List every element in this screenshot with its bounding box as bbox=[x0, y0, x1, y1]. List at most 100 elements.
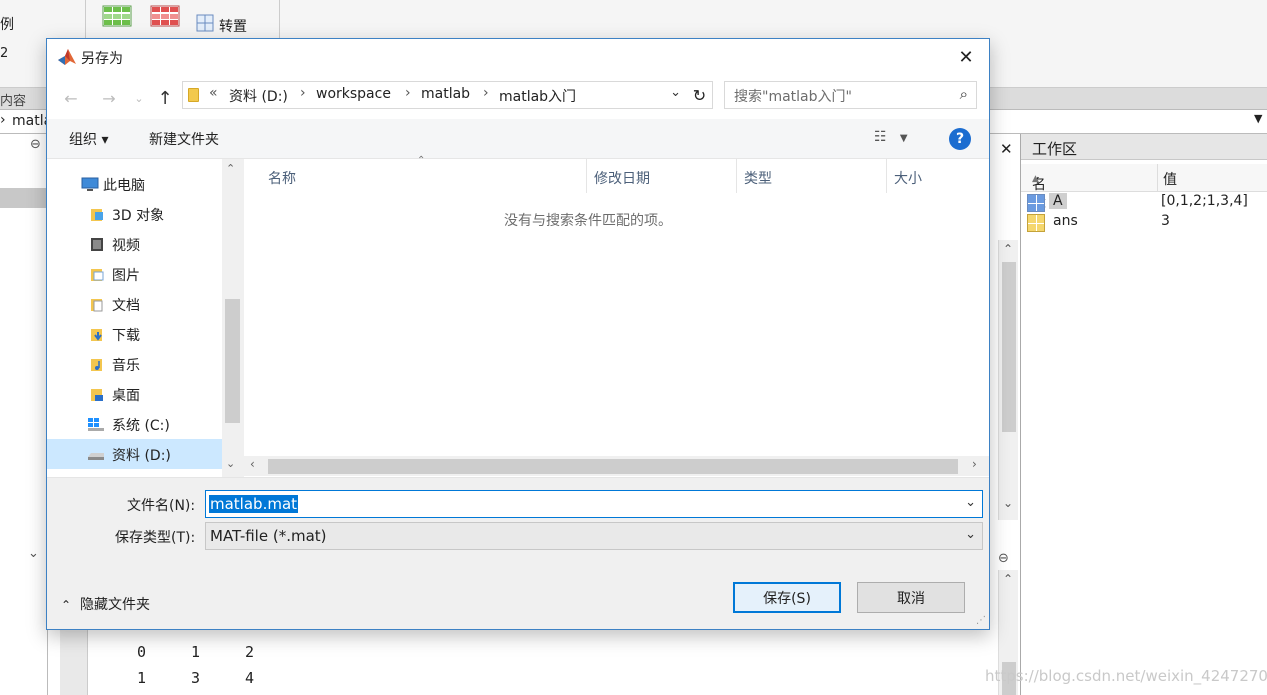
search-input[interactable]: 搜索"matlab入门" ⌕ bbox=[724, 81, 977, 109]
editor-scrollbar[interactable]: ⌃ ⌄ bbox=[998, 240, 1018, 520]
tree-item-3d-objects[interactable]: 3D 对象 bbox=[47, 199, 222, 229]
scroll-down-icon[interactable]: ⌄ bbox=[226, 457, 235, 470]
column-header-name[interactable]: 名称 bbox=[244, 159, 587, 193]
breadcrumb-matlab[interactable]: matlab bbox=[421, 86, 470, 102]
chevron-down-icon: ▼ bbox=[899, 133, 908, 144]
var-name: A bbox=[1049, 193, 1067, 209]
navigation-tree: 此电脑 3D 对象 视频 图片 文档 下载 音乐 桌面 系统 (C:) 资料 (… bbox=[47, 159, 243, 477]
ws-col-value[interactable]: 值 bbox=[1157, 164, 1177, 192]
selected-file-row[interactable] bbox=[0, 188, 48, 208]
save-as-dialog: 另存为 ✕ ← → ⌄ ↑ « 资料 (D:) › workspace › ma… bbox=[46, 38, 990, 630]
desktop-icon bbox=[91, 389, 103, 401]
recent-locations-button[interactable]: ⌄ bbox=[127, 87, 151, 109]
resize-grip-icon[interactable]: ⋰ bbox=[976, 615, 986, 626]
panel-menu-icon[interactable]: ⊖ bbox=[998, 551, 1009, 566]
breadcrumb-workspace[interactable]: workspace bbox=[316, 86, 391, 102]
organize-button[interactable]: 组织 ▾ bbox=[69, 129, 108, 149]
tree-item-music[interactable]: 音乐 bbox=[47, 349, 222, 379]
tree-scrollbar[interactable]: ⌃ ⌄ bbox=[222, 159, 243, 477]
scroll-thumb[interactable] bbox=[1002, 262, 1016, 432]
tree-item-label: 下载 bbox=[112, 328, 140, 344]
breadcrumb-drive[interactable]: 资料 (D:) bbox=[229, 86, 288, 106]
column-header-size[interactable]: 大小 bbox=[887, 159, 989, 193]
new-folder-button[interactable]: 新建文件夹 bbox=[149, 129, 219, 149]
search-icon[interactable]: ⌕ bbox=[960, 85, 968, 103]
scroll-up-icon[interactable]: ⌃ bbox=[1003, 572, 1013, 586]
column-header-type[interactable]: 类型 bbox=[737, 159, 887, 193]
help-button[interactable]: ? bbox=[949, 128, 971, 150]
filetype-select[interactable]: MAT-file (*.mat) ⌄ bbox=[205, 522, 983, 550]
tree-item-data-d[interactable]: 资料 (D:) bbox=[47, 439, 222, 469]
close-button[interactable]: ✕ bbox=[943, 39, 989, 75]
tree-item-desktop[interactable]: 桌面 bbox=[47, 379, 222, 409]
chevron-down-icon: ⌄ bbox=[134, 91, 144, 105]
view-options-button[interactable]: ☷ ▼ bbox=[874, 129, 908, 145]
panel-collapse-icon[interactable]: ⌄ bbox=[28, 546, 39, 561]
hide-folders-toggle[interactable]: ⌃ 隐藏文件夹 bbox=[61, 594, 150, 614]
watermark: https://blog.csdn.net/weixin_42472706 bbox=[985, 667, 1267, 685]
tree-item-downloads[interactable]: 下载 bbox=[47, 319, 222, 349]
scroll-left-icon[interactable]: ‹ bbox=[250, 457, 255, 471]
forward-button[interactable]: → bbox=[97, 87, 121, 109]
scroll-thumb[interactable] bbox=[225, 299, 240, 423]
current-folder-panel: ⊖ ⌄ bbox=[0, 134, 48, 695]
tree-item-label: 图片 bbox=[112, 268, 140, 284]
chevron-down-icon[interactable]: ⌄ bbox=[965, 495, 976, 510]
dialog-titlebar[interactable]: 另存为 ✕ bbox=[47, 39, 989, 75]
arrow-left-icon: ← bbox=[64, 88, 78, 108]
breadcrumb-overflow[interactable]: « bbox=[209, 85, 218, 101]
filename-input[interactable]: matlab.mat ⌄ bbox=[205, 490, 983, 518]
ws-row-a[interactable]: A [0,1,2;1,3,4] bbox=[1021, 193, 1267, 213]
save-button[interactable]: 保存(S) bbox=[733, 582, 841, 613]
video-icon bbox=[91, 238, 103, 251]
breadcrumb-separator[interactable]: › bbox=[300, 85, 306, 101]
tree-item-label: 此电脑 bbox=[103, 178, 145, 194]
workspace-title: 工作区 bbox=[1021, 134, 1267, 160]
breadcrumb-separator[interactable]: › bbox=[405, 85, 411, 101]
address-bar[interactable]: « 资料 (D:) › workspace › matlab › matlab入… bbox=[182, 81, 712, 109]
tree-item-this-pc[interactable]: 此电脑 bbox=[47, 169, 222, 199]
cancel-button[interactable]: 取消 bbox=[857, 582, 965, 613]
scroll-up-icon[interactable]: ⌃ bbox=[226, 162, 235, 175]
output-cell: 0 bbox=[137, 643, 147, 661]
addr-arrow: › bbox=[0, 112, 6, 128]
scroll-right-icon[interactable]: › bbox=[972, 457, 977, 471]
var-value: [0,1,2;1,3,4] bbox=[1161, 193, 1248, 209]
scroll-thumb[interactable] bbox=[268, 459, 958, 474]
tree-item-videos[interactable]: 视频 bbox=[47, 229, 222, 259]
insert-row-icon[interactable] bbox=[102, 4, 132, 28]
refresh-button[interactable]: ↻ bbox=[687, 81, 713, 109]
breadcrumb-current[interactable]: matlab入门 bbox=[499, 86, 576, 106]
panel-menu-icon[interactable]: ⊖ bbox=[30, 137, 41, 152]
tree-item-pictures[interactable]: 图片 bbox=[47, 259, 222, 289]
address-dropdown-icon[interactable]: ⌄ bbox=[670, 85, 681, 100]
tree-item-label: 文档 bbox=[112, 298, 140, 314]
column-header-modified[interactable]: 修改日期 bbox=[587, 159, 737, 193]
windows-drive-icon bbox=[88, 418, 104, 431]
scroll-up-icon[interactable]: ⌃ bbox=[1003, 242, 1013, 256]
chevron-down-icon: ⌄ bbox=[965, 527, 976, 542]
tree-item-label: 3D 对象 bbox=[112, 208, 165, 224]
save-options-panel: 文件名(N): matlab.mat ⌄ 保存类型(T): MAT-file (… bbox=[47, 477, 989, 629]
up-button[interactable]: ↑ bbox=[153, 87, 177, 109]
arrow-right-icon: → bbox=[102, 88, 116, 108]
delete-row-icon[interactable] bbox=[150, 4, 180, 28]
close-icon: ✕ bbox=[958, 46, 974, 68]
ws-row-ans[interactable]: ans 3 bbox=[1021, 213, 1267, 233]
transpose-label[interactable]: 转置 bbox=[219, 16, 247, 36]
addr-dropdown-icon[interactable]: ▼ bbox=[1254, 112, 1262, 125]
empty-message: 没有与搜索条件匹配的项。 bbox=[504, 213, 672, 229]
output-cell: 2 bbox=[245, 643, 255, 661]
tree-item-documents[interactable]: 文档 bbox=[47, 289, 222, 319]
output-cell: 4 bbox=[245, 669, 255, 687]
back-button[interactable]: ← bbox=[59, 87, 83, 109]
close-panel-icon[interactable]: ✕ bbox=[1000, 140, 1013, 158]
transpose-icon[interactable] bbox=[196, 14, 214, 32]
breadcrumb-separator[interactable]: › bbox=[483, 85, 489, 101]
file-list[interactable]: ⌃ 名称 修改日期 类型 大小 没有与搜索条件匹配的项。 ‹ › bbox=[244, 155, 989, 477]
dialog-title: 另存为 bbox=[81, 51, 123, 67]
tree-item-system-c[interactable]: 系统 (C:) bbox=[47, 409, 222, 439]
tree-item-label: 视频 bbox=[112, 238, 140, 254]
scroll-down-icon[interactable]: ⌄ bbox=[1003, 496, 1013, 510]
horizontal-scrollbar[interactable]: ‹ › bbox=[244, 456, 989, 476]
